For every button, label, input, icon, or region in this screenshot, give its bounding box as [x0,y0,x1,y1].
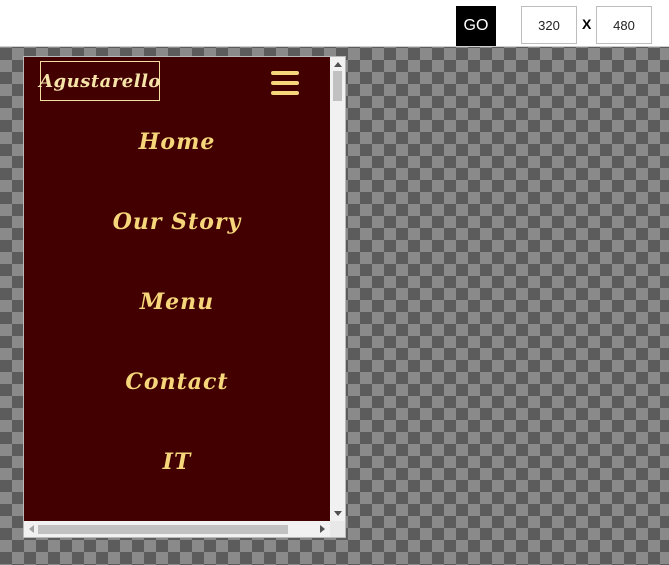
horizontal-scrollbar[interactable] [24,521,330,537]
site-viewport: Agustarello Home Our Story Menu Contact … [24,57,330,521]
hamburger-bar [271,71,299,75]
vertical-scrollbar[interactable] [330,57,345,521]
hamburger-bar [271,81,299,85]
scrollbar-corner [330,521,345,537]
hamburger-bar [271,91,299,95]
nav-link-it[interactable]: IT [163,449,192,475]
site-nav: Home Our Story Menu Contact IT [24,129,330,521]
hamburger-menu-icon[interactable] [271,71,299,95]
scroll-right-arrow-icon[interactable] [320,525,325,533]
nav-item-our-story: Our Story [24,209,330,289]
scroll-up-arrow-icon[interactable] [334,62,342,67]
width-input[interactable] [521,6,577,44]
toolbar: GO X [0,0,669,47]
scroll-left-arrow-icon[interactable] [29,525,34,533]
nav-link-contact[interactable]: Contact [125,369,228,395]
go-button[interactable]: GO [456,6,496,46]
height-input[interactable] [596,6,652,44]
site-logo[interactable]: Agustarello [39,61,160,101]
vertical-scroll-thumb[interactable] [333,71,342,101]
scroll-down-arrow-icon[interactable] [334,511,342,516]
dimension-separator: X [582,16,592,32]
preview-frame: Agustarello Home Our Story Menu Contact … [24,57,345,537]
horizontal-scroll-thumb[interactable] [38,525,288,534]
nav-item-it: IT [24,449,330,521]
nav-item-contact: Contact [24,369,330,449]
nav-link-our-story[interactable]: Our Story [113,209,242,235]
nav-link-home[interactable]: Home [139,129,216,155]
nav-link-menu[interactable]: Menu [140,289,214,315]
nav-item-menu: Menu [24,289,330,369]
nav-item-home: Home [24,129,330,209]
